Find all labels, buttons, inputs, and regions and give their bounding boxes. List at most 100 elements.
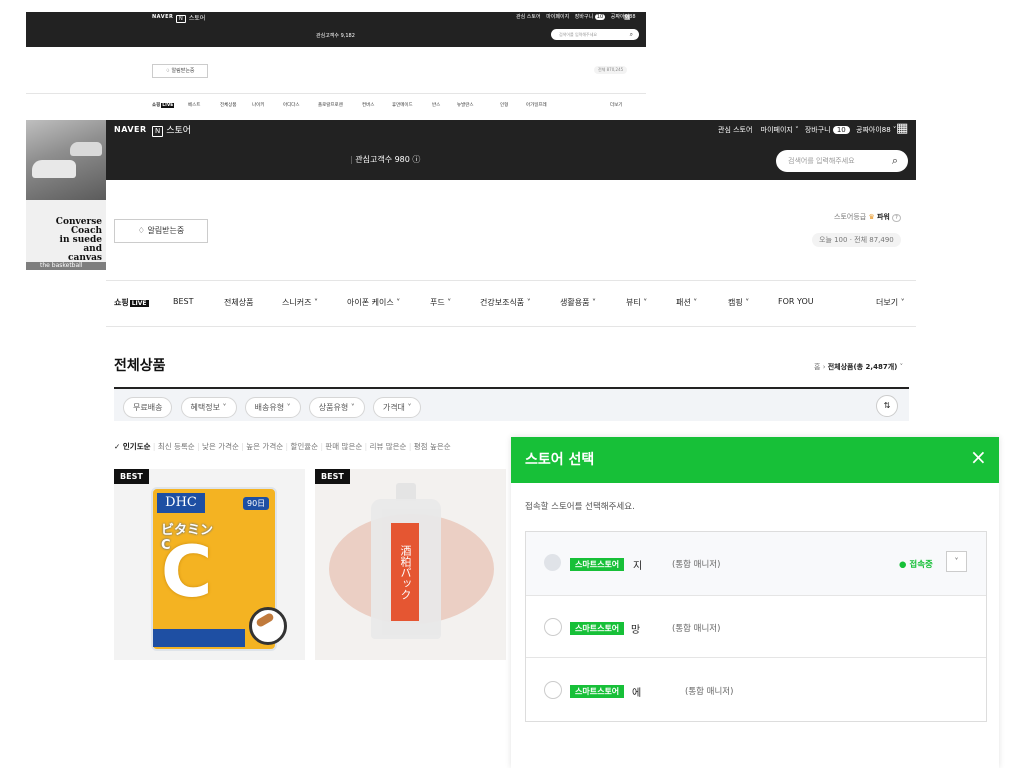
nav-camping[interactable]: 캠핑 ˅ [728, 297, 749, 308]
link-mypage[interactable]: 마이페이지 [761, 126, 793, 134]
store-role: (통합 매니저) [672, 624, 721, 634]
radio-button[interactable] [544, 554, 561, 571]
nav-food[interactable]: 푸드 ˅ [430, 297, 451, 308]
top-nav-shopping[interactable]: 쇼핑 LIVE [152, 102, 175, 108]
top-nav-adidas[interactable]: 아디다스 [283, 102, 300, 108]
sort-high-price[interactable]: 높은 가격순 [246, 442, 283, 451]
store-row[interactable]: 스마트스토어 에 (통합 매니저) [526, 657, 986, 721]
top-search-input[interactable]: 검색어를 입력해주세요 ⌕ [551, 29, 639, 40]
link-cart[interactable]: 장바구니 [575, 14, 593, 20]
notify-button[interactable]: ♢ 알림받는중 [114, 219, 208, 243]
fan-count: 관심고객수 9,182 [316, 33, 355, 39]
store-logo[interactable]: N 스토어 [152, 123, 191, 137]
store-name: 지 [633, 561, 643, 572]
filter-benefits[interactable]: 혜택정보 ˅ [180, 397, 237, 418]
smartstore-tag: 스마트스토어 [570, 622, 625, 635]
info-icon[interactable]: ⓘ [412, 155, 420, 164]
days-label: 90日 [243, 497, 270, 510]
help-icon[interactable]: ? [892, 214, 901, 222]
link-mypage[interactable]: 마이페이지 [546, 14, 569, 20]
nav-shopping-live[interactable]: 쇼핑 LIVE [114, 297, 149, 308]
top-nav-all[interactable]: 전체상품 [220, 102, 237, 108]
top-nav-vans[interactable]: 반스 [432, 102, 440, 108]
store-role: (통합 매니저) [672, 560, 721, 570]
link-user[interactable]: 공짜아이88 [856, 126, 891, 134]
search-input[interactable]: 검색어를 입력해주세요 ⌕ [776, 150, 908, 172]
top-links: 관심 스토어 마이페이지 장바구니 10 공짜아이88 [516, 13, 636, 20]
top-nav-polo[interactable]: 폴로랄프로렌 [318, 102, 343, 108]
search-icon[interactable]: ⌕ [630, 29, 633, 40]
top-nav-best[interactable]: 베스트 [188, 102, 200, 108]
sort-rating[interactable]: 평점 높은순 [414, 442, 451, 451]
filter-price[interactable]: 가격대 ˅ [372, 397, 422, 418]
top-nav-nike[interactable]: 나이키 [252, 102, 264, 108]
top-nav-argyle[interactable]: 아가일프레 [526, 102, 547, 108]
sort-low-price[interactable]: 낮은 가격순 [202, 442, 239, 451]
modal-title: 스토어 선택 [525, 452, 595, 468]
n-badge-icon: N [176, 15, 186, 23]
nav-best[interactable]: BEST [173, 297, 194, 306]
close-icon[interactable]: × [970, 445, 987, 469]
modal-subtitle: 접속할 스토어를 선택해주세요. [525, 502, 635, 512]
nav-fashion[interactable]: 패션 ˅ [676, 297, 697, 308]
radio-button[interactable] [544, 681, 562, 699]
grid-menu-icon[interactable]: ▦ [896, 121, 908, 136]
sort-newest[interactable]: 최신 등록순 [158, 442, 195, 451]
nav-living[interactable]: 생활용품 ˅ [560, 297, 596, 308]
link-fav-store[interactable]: 관심 스토어 [516, 14, 541, 20]
bell-icon: ♢ [137, 226, 145, 235]
banner-footer: the basketball [40, 262, 83, 269]
store-row[interactable]: 스마트스토어 지 (통합 매니저) ● 접속중 ˅ [526, 532, 986, 595]
sort-popular[interactable]: ✓ 인기도순 [114, 442, 151, 451]
sort-reviews[interactable]: 리뷰 많은순 [370, 442, 407, 451]
nav-health[interactable]: 건강보조식품 ˅ [480, 297, 531, 308]
store-row[interactable]: 스마트스토어 망 (통합 매니저) [526, 595, 986, 658]
top-nav-converse[interactable]: 컨버스 [362, 102, 374, 108]
best-badge: BEST [114, 469, 149, 484]
nav-beauty[interactable]: 뷰티 ˅ [626, 297, 647, 308]
status-badge: ● 접속중 [899, 560, 933, 570]
converse-banner-image: Converse Coach in suede and canvas the b… [26, 120, 106, 270]
filter-free-shipping[interactable]: 무료배송 [123, 397, 173, 418]
store-logo[interactable]: N 스토어 [176, 13, 205, 23]
nav-divider-top [106, 280, 916, 281]
link-fav-store[interactable]: 관심 스토어 [718, 126, 752, 134]
smartstore-tag: 스마트스토어 [570, 685, 625, 698]
chevron-down-icon[interactable]: ˅ [946, 551, 967, 572]
filter-shipping-type[interactable]: 배송유형 ˅ [244, 397, 301, 418]
sneaker-shape-2 [70, 142, 102, 156]
dhc-package-image: DHC 90日 ビタミンC C [151, 487, 287, 651]
store-select-modal: 스토어 선택 × 접속할 스토어를 선택해주세요. 스마트스토어 지 (통합 매… [511, 437, 999, 768]
product-card[interactable]: BEST 酒粕パック [315, 469, 506, 660]
cart-count: 10 [594, 14, 606, 20]
radio-button[interactable] [544, 618, 562, 636]
visit-count: 오늘 100 · 전체 87,490 [812, 233, 901, 247]
naver-logo[interactable]: NAVER [152, 14, 173, 20]
nav-all-products[interactable]: 전체상품 [224, 297, 253, 308]
top-nav-newbalance[interactable]: 뉴발란스 [457, 102, 474, 108]
sort-sales[interactable]: 판매 많은순 [325, 442, 362, 451]
product-card[interactable]: BEST DHC 90日 ビタミンC C [114, 469, 305, 660]
nav-sneakers[interactable]: 스니커즈 ˅ [282, 297, 318, 308]
nav-more[interactable]: 더보기 ˅ [876, 297, 905, 308]
store-grade: 스토어등급 ♛ 파워 ? [834, 212, 901, 222]
sort-discount[interactable]: 할인율순 [290, 442, 318, 451]
store-role: (통합 매니저) [685, 687, 734, 697]
filter-product-type[interactable]: 상품유형 ˅ [308, 397, 365, 418]
store-name: 에 [632, 688, 642, 699]
search-icon[interactable]: ⌕ [892, 150, 898, 172]
filter-settings-icon[interactable]: ⇅ [876, 395, 898, 417]
top-nav-humanmade[interactable]: 휴먼메이드 [392, 102, 413, 108]
naver-logo[interactable]: NAVER [114, 125, 147, 134]
nav-iphone-case[interactable]: 아이폰 케이스 ˅ [347, 297, 400, 308]
chevron-down-icon[interactable]: ˅ [900, 363, 904, 371]
top-nav-more[interactable]: 더보기 [610, 102, 622, 108]
top-notify-button[interactable]: ♢ 알림받는중 [152, 64, 208, 78]
modal-header: 스토어 선택 × [511, 437, 999, 483]
nav-for-you[interactable]: FOR YOU [778, 297, 814, 306]
grid-menu-icon[interactable]: ▦ [624, 13, 631, 21]
link-cart[interactable]: 장바구니 [805, 126, 831, 134]
breadcrumb: 홈 › 전체상품(총 2,487개) ˅ [814, 363, 904, 371]
top-nav-doll[interactable]: 인형 [500, 102, 508, 108]
breadcrumb-home[interactable]: 홈 [814, 363, 820, 371]
